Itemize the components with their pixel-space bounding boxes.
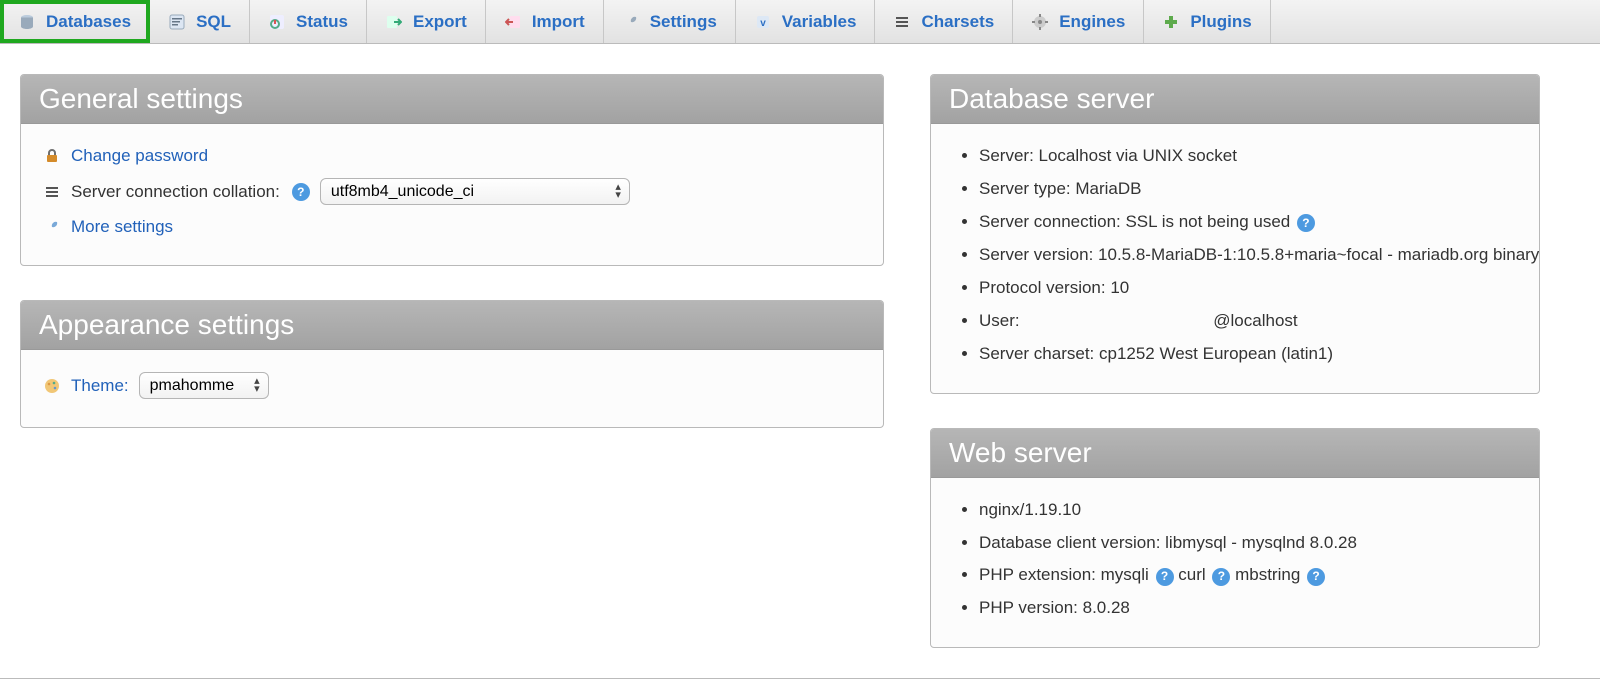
import-icon <box>504 13 522 31</box>
web-server-list: nginx/1.19.10Database client version: li… <box>953 494 1517 626</box>
help-icon[interactable]: ? <box>292 183 310 201</box>
general-settings-panel: General settings Change password Server … <box>20 74 884 266</box>
tab-import[interactable]: Import <box>486 0 604 43</box>
plugins-icon <box>1162 13 1180 31</box>
tab-status[interactable]: Status <box>250 0 367 43</box>
tab-label: Import <box>532 12 585 32</box>
tab-label: Status <box>296 12 348 32</box>
wrench-icon <box>43 218 61 236</box>
help-icon[interactable]: ? <box>1297 214 1315 232</box>
appearance-settings-panel: Appearance settings Theme: pmahomme ▴▾ <box>20 300 884 428</box>
database-server-title: Database server <box>931 75 1539 124</box>
tab-export[interactable]: Export <box>367 0 486 43</box>
collation-select[interactable]: utf8mb4_unicode_ci <box>320 178 630 205</box>
wrench-icon <box>622 13 640 31</box>
list-item: Server type: MariaDB <box>979 173 1517 206</box>
appearance-settings-title: Appearance settings <box>21 301 883 350</box>
engines-icon <box>1031 13 1049 31</box>
database-server-panel: Database server Server: Localhost via UN… <box>930 74 1540 394</box>
web-server-title: Web server <box>931 429 1539 478</box>
tab-label: Plugins <box>1190 12 1251 32</box>
list-item: User: @localhost <box>979 305 1517 338</box>
variables-icon: v <box>754 13 772 31</box>
list-item: nginx/1.19.10 <box>979 494 1517 527</box>
tab-label: SQL <box>196 12 231 32</box>
tab-label: Charsets <box>921 12 994 32</box>
help-icon[interactable]: ? <box>1212 568 1230 586</box>
list-item: Protocol version: 10 <box>979 272 1517 305</box>
tab-engines[interactable]: Engines <box>1013 0 1144 43</box>
export-icon <box>385 13 403 31</box>
tab-settings[interactable]: Settings <box>604 0 736 43</box>
charsets-icon <box>893 13 911 31</box>
page-body: General settings Change password Server … <box>0 44 1560 678</box>
tab-label: Databases <box>46 12 131 32</box>
tab-label: Export <box>413 12 467 32</box>
lock-icon <box>43 147 61 165</box>
database-server-list: Server: Localhost via UNIX socketServer … <box>953 140 1517 371</box>
list-item: Server connection: SSL is not being used… <box>979 206 1517 239</box>
list-icon <box>43 183 61 201</box>
list-item: Server charset: cp1252 West European (la… <box>979 338 1517 371</box>
top-tab-bar: Databases SQL Status Export Import Settings v V… <box>0 0 1600 44</box>
list-item: Server version: 10.5.8-MariaDB-1:10.5.8+… <box>979 239 1517 272</box>
status-icon <box>268 13 286 31</box>
tab-plugins[interactable]: Plugins <box>1144 0 1270 43</box>
tab-label: Engines <box>1059 12 1125 32</box>
tab-label: Variables <box>782 12 857 32</box>
tab-variables[interactable]: v Variables <box>736 0 876 43</box>
list-item: PHP extension: mysqli ? curl ? mbstring … <box>979 559 1517 592</box>
palette-icon <box>43 377 61 395</box>
tab-sql[interactable]: SQL <box>150 0 250 43</box>
tab-label: Settings <box>650 12 717 32</box>
web-server-panel: Web server nginx/1.19.10Database client … <box>930 428 1540 649</box>
more-settings-link[interactable]: More settings <box>71 217 173 237</box>
database-icon <box>18 13 36 31</box>
help-icon[interactable]: ? <box>1156 568 1174 586</box>
tab-charsets[interactable]: Charsets <box>875 0 1013 43</box>
change-password-link[interactable]: Change password <box>71 146 208 166</box>
theme-label[interactable]: Theme: <box>71 376 129 396</box>
general-settings-title: General settings <box>21 75 883 124</box>
svg-text:v: v <box>760 18 766 29</box>
theme-select[interactable]: pmahomme <box>139 372 269 399</box>
page-divider <box>0 678 1600 679</box>
sql-icon <box>168 13 186 31</box>
list-item: PHP version: 8.0.28 <box>979 592 1517 625</box>
tab-databases[interactable]: Databases <box>0 0 150 43</box>
help-icon[interactable]: ? <box>1307 568 1325 586</box>
list-item: Database client version: libmysql - mysq… <box>979 527 1517 560</box>
list-item: Server: Localhost via UNIX socket <box>979 140 1517 173</box>
collation-label: Server connection collation: <box>71 182 280 202</box>
